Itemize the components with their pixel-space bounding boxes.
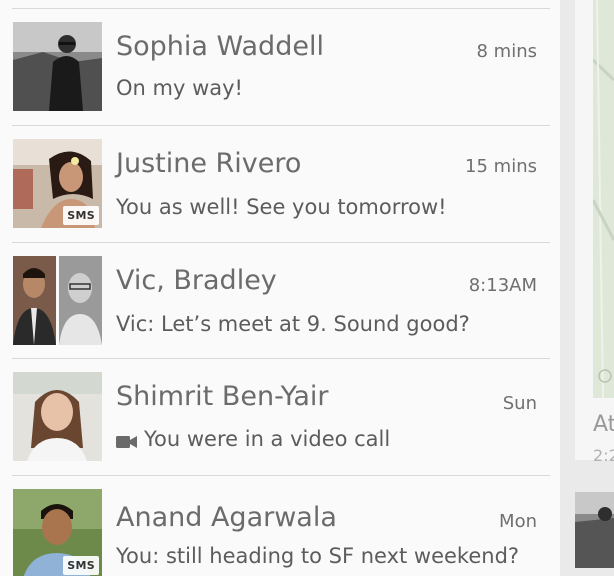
message-time: 8:13AM — [468, 275, 537, 296]
message-snippet-row: You were in a video call — [116, 427, 390, 451]
contact-photo-shimrit — [13, 372, 102, 461]
contact-photo-bradley — [59, 256, 102, 345]
conversation-row-vic-bradley[interactable]: Vic, Bradley 8:13AM Vic: Let’s meet at 9… — [0, 243, 560, 359]
contact-name: Anand Agarwala — [116, 502, 337, 533]
message-time: Mon — [499, 511, 537, 532]
conversation-row-justine[interactable]: SMS Justine Rivero 15 mins You as well! … — [0, 126, 560, 242]
message-time: 8 mins — [476, 41, 538, 62]
contact-photo-vic — [13, 256, 56, 345]
message-snippet: Vic: Let’s meet at 9. Sound good? — [116, 312, 470, 336]
map-preview — [591, 0, 614, 399]
message-time: 15 mins — [465, 156, 537, 177]
sms-badge: SMS — [63, 206, 99, 225]
message-snippet: You: still heading to SF next weekend? — [116, 544, 520, 568]
adjacent-pane[interactable]: At 2:2 — [560, 0, 614, 576]
conversation-list: Sophia Waddell 8 mins On my way! SMS Jus… — [0, 0, 560, 576]
message-time: Sun — [502, 393, 537, 414]
adjacent-subtitle: 2:2 — [593, 446, 614, 465]
conversation-row-sophia[interactable]: Sophia Waddell 8 mins On my way! — [0, 9, 560, 125]
contact-photo-anand: SMS — [13, 489, 102, 576]
contact-photo-justine: SMS — [13, 139, 102, 228]
conversation-row-shimrit[interactable]: Shimrit Ben-Yair Sun You were in a video… — [0, 359, 560, 475]
video-camera-icon — [116, 430, 144, 448]
message-snippet: You as well! See you tomorrow! — [116, 195, 447, 219]
message-snippet: You were in a video call — [144, 427, 391, 451]
contact-name: Shimrit Ben-Yair — [116, 381, 329, 412]
message-snippet: On my way! — [116, 76, 243, 100]
sms-badge: SMS — [63, 556, 99, 575]
adjacent-photo — [575, 492, 614, 568]
contact-name: Justine Rivero — [116, 148, 302, 179]
contact-photo-sophia — [13, 22, 102, 111]
contact-name: Sophia Waddell — [116, 31, 324, 62]
adjacent-title: At — [593, 412, 614, 437]
contact-name: Vic, Bradley — [116, 265, 277, 296]
conversation-row-anand[interactable]: SMS Anand Agarwala Mon You: still headin… — [0, 476, 560, 576]
